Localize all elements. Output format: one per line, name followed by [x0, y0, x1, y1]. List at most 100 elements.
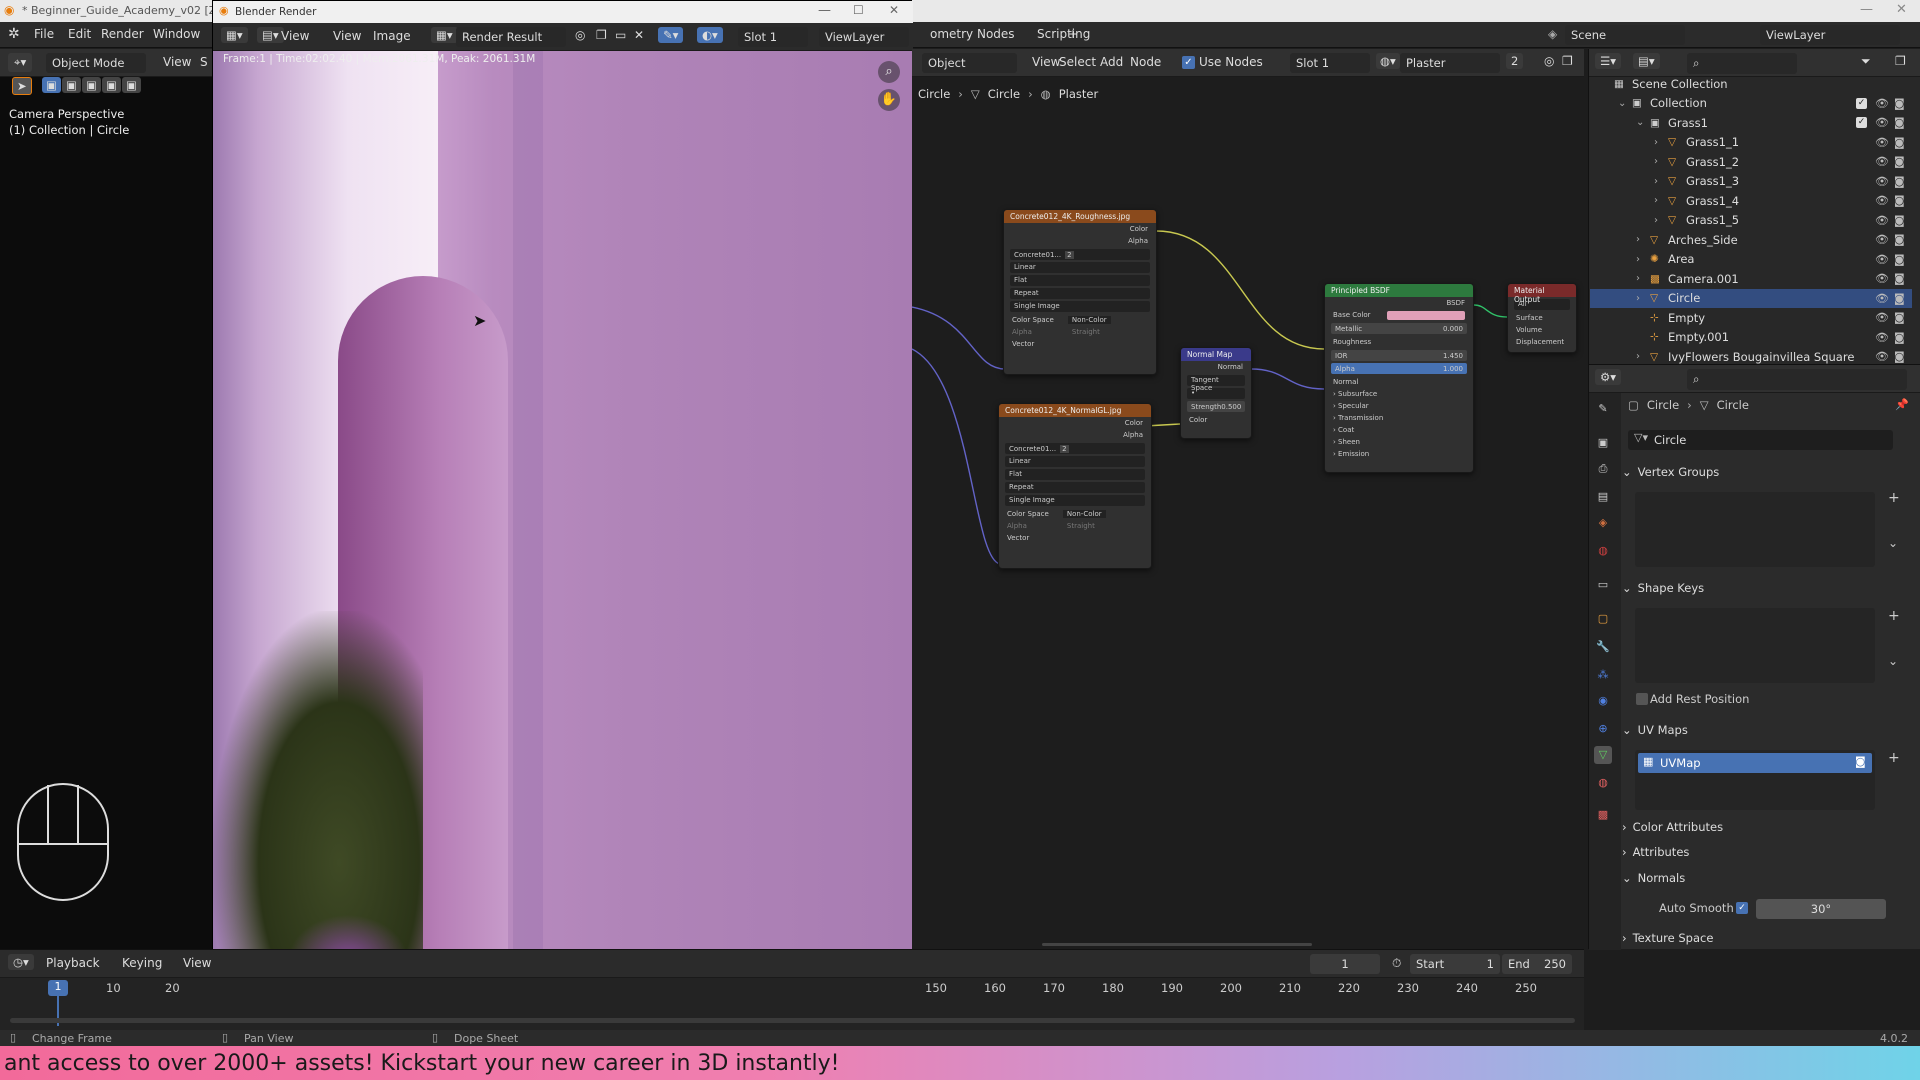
- render-camera-icon[interactable]: ◙: [1894, 311, 1905, 324]
- outliner-item[interactable]: ▦ Scene Collection: [1590, 74, 1912, 94]
- scene-tab-icon[interactable]: ◈: [1594, 514, 1612, 532]
- tex1-projection[interactable]: Flat: [1010, 275, 1150, 286]
- display-mode-icon[interactable]: ▤▾: [1633, 53, 1660, 69]
- mesh-browse-icon[interactable]: ▽▾: [1634, 431, 1648, 444]
- outliner-editor-icon[interactable]: ☰▾: [1595, 53, 1622, 69]
- expand-arrow-icon[interactable]: ›: [1636, 293, 1640, 304]
- render-camera-icon[interactable]: ◙: [1894, 97, 1905, 110]
- material-tab-icon[interactable]: ◍: [1594, 774, 1612, 792]
- bsdf-panel-subsurface[interactable]: › Subsurface: [1325, 388, 1473, 400]
- bsdf-metallic[interactable]: Metallic 0.000: [1331, 323, 1467, 334]
- render-view2-menu[interactable]: View: [333, 29, 361, 43]
- bsdf-header[interactable]: Principled BSDF: [1325, 284, 1473, 297]
- render-camera-icon[interactable]: ◙: [1894, 331, 1905, 344]
- tex2-header[interactable]: Concrete012_4K_NormalGL.jpg: [999, 404, 1151, 417]
- tab-scripting[interactable]: Scripting: [1037, 27, 1090, 41]
- view-layer-tab-icon[interactable]: ▤: [1594, 488, 1612, 506]
- expand-arrow-icon[interactable]: ⌄: [1636, 117, 1644, 128]
- viewport-3d[interactable]: ⌖▾ Object Mode View S ➤ ▣ ▣ ▣ ▣ ▣ Camera…: [0, 49, 212, 949]
- vertex-group-menu-icon[interactable]: ⌄: [1888, 536, 1898, 550]
- pin-icon[interactable]: 📌: [1895, 398, 1909, 411]
- mesh-name-field[interactable]: Circle: [1628, 430, 1893, 450]
- expand-arrow-icon[interactable]: ⌄: [1618, 98, 1626, 109]
- menu-window[interactable]: Window: [153, 27, 200, 41]
- render-camera-icon[interactable]: ◙: [1894, 136, 1905, 149]
- render-close-icon[interactable]: ✕: [889, 3, 899, 17]
- visibility-eye-icon[interactable]: 👁: [1875, 233, 1889, 246]
- render-camera-icon[interactable]: ◙: [1894, 116, 1905, 129]
- tex1-header[interactable]: Concrete012_4K_Roughness.jpg: [1004, 210, 1156, 223]
- tex2-source[interactable]: Single Image: [1005, 495, 1145, 506]
- bsdf-panel-sheen[interactable]: › Sheen: [1325, 436, 1473, 448]
- tex2-extension[interactable]: Repeat: [1005, 482, 1145, 493]
- constraints-tab-icon[interactable]: ⊕: [1594, 720, 1612, 738]
- select-box-icon[interactable]: ▣: [42, 77, 61, 93]
- bsdf-base-color-swatch[interactable]: [1387, 310, 1465, 320]
- blender-menu-icon[interactable]: ✲: [8, 26, 20, 42]
- expand-arrow-icon[interactable]: ›: [1636, 273, 1640, 284]
- expand-arrow-icon[interactable]: ›: [1636, 234, 1640, 245]
- render-camera-icon[interactable]: ◙: [1894, 194, 1905, 207]
- render-maximize-icon[interactable]: ☐: [853, 3, 864, 17]
- visibility-eye-icon[interactable]: 👁: [1875, 272, 1889, 285]
- outliner-item[interactable]: › ▩ Camera.001 👁 ◙: [1590, 269, 1912, 289]
- render-camera-icon[interactable]: ◙: [1894, 350, 1905, 363]
- normal-map-strength[interactable]: Strength 0.500: [1187, 401, 1245, 412]
- scene-selector[interactable]: Scene: [1565, 25, 1685, 45]
- expand-arrow-icon[interactable]: ›: [1636, 351, 1640, 362]
- tex1-color-space[interactable]: Non-Color: [1067, 316, 1111, 324]
- outliner-item[interactable]: › ▽ Grass1_5 👁 ◙: [1590, 211, 1912, 231]
- visibility-eye-icon[interactable]: 👁: [1875, 214, 1889, 227]
- outliner-item[interactable]: › ✺ Area 👁 ◙: [1590, 250, 1912, 270]
- modifier-tab-icon[interactable]: 🔧: [1594, 638, 1612, 656]
- texture-tab-icon[interactable]: ▩: [1594, 806, 1612, 824]
- panel-normals[interactable]: ⌄ Normals: [1622, 866, 1912, 890]
- unlink-image-icon[interactable]: ✕: [634, 28, 644, 42]
- add-rest-position-checkbox[interactable]: [1636, 693, 1648, 705]
- visibility-eye-icon[interactable]: 👁: [1875, 97, 1889, 110]
- normal-map-space[interactable]: Tangent Space: [1187, 375, 1245, 392]
- outliner-item[interactable]: › ▽ Grass1_3 👁 ◙: [1590, 172, 1912, 192]
- new-collection-icon[interactable]: ❐: [1895, 54, 1906, 68]
- tex1-extension[interactable]: Repeat: [1010, 288, 1150, 299]
- outliner-item[interactable]: ⊹ Empty.001 👁 ◙: [1590, 328, 1912, 348]
- render-camera-icon[interactable]: ◙: [1894, 233, 1905, 246]
- object-tab-icon[interactable]: ▢: [1594, 610, 1612, 628]
- render-image-menu[interactable]: Image: [373, 29, 411, 43]
- data-tab-icon[interactable]: ▽: [1594, 746, 1612, 764]
- exclude-checkbox[interactable]: ✓: [1856, 97, 1867, 109]
- close-icon[interactable]: ✕: [1896, 2, 1907, 17]
- select-subtract-icon[interactable]: ▣: [82, 77, 101, 93]
- new-image-icon[interactable]: ❐: [596, 28, 607, 42]
- expand-arrow-icon[interactable]: ›: [1654, 137, 1658, 148]
- expand-arrow-icon[interactable]: ›: [1636, 254, 1640, 265]
- node-editor[interactable]: Object View Select Add Node ✓ Use Nodes …: [912, 49, 1584, 949]
- sample-tool-icon[interactable]: ✎▾: [658, 27, 684, 43]
- uv-map-render-icon[interactable]: ◙: [1855, 755, 1866, 768]
- visibility-eye-icon[interactable]: 👁: [1875, 253, 1889, 266]
- output-target[interactable]: All: [1514, 299, 1570, 310]
- uv-map-item[interactable]: UVMap: [1638, 753, 1872, 773]
- particles-tab-icon[interactable]: ⁂: [1594, 666, 1612, 684]
- exclude-checkbox[interactable]: ✓: [1856, 117, 1867, 129]
- slot-selector[interactable]: Slot 1: [738, 27, 808, 47]
- outliner-search-input[interactable]: ⌕: [1687, 53, 1797, 74]
- start-frame-field[interactable]: Start 1: [1410, 954, 1500, 974]
- viewport-view-menu[interactable]: View: [163, 55, 191, 69]
- expand-arrow-icon[interactable]: ›: [1654, 156, 1658, 167]
- preview-range-icon[interactable]: ⏱: [1392, 956, 1401, 971]
- material-output-node[interactable]: Material Output All Surface Volume Displ…: [1507, 283, 1577, 353]
- bsdf-panel-coat[interactable]: › Coat: [1325, 424, 1473, 436]
- world-tab-icon[interactable]: ◍: [1594, 542, 1612, 560]
- render-layer-selector[interactable]: ViewLayer: [819, 27, 909, 47]
- timeline-view-menu[interactable]: View: [183, 956, 211, 970]
- visibility-eye-icon[interactable]: 👁: [1875, 175, 1889, 188]
- tex2-interpolation[interactable]: Linear: [1005, 456, 1145, 467]
- render-camera-icon[interactable]: ◙: [1894, 155, 1905, 168]
- visibility-eye-icon[interactable]: 👁: [1875, 292, 1889, 305]
- playback-menu[interactable]: Playback: [46, 956, 100, 970]
- visibility-eye-icon[interactable]: 👁: [1875, 331, 1889, 344]
- timeline-editor-icon[interactable]: ◷▾: [8, 954, 34, 970]
- outliner-item[interactable]: › ▽ Grass1_2 👁 ◙: [1590, 152, 1912, 172]
- outliner-item[interactable]: › ▽ Arches_Side 👁 ◙: [1590, 230, 1912, 250]
